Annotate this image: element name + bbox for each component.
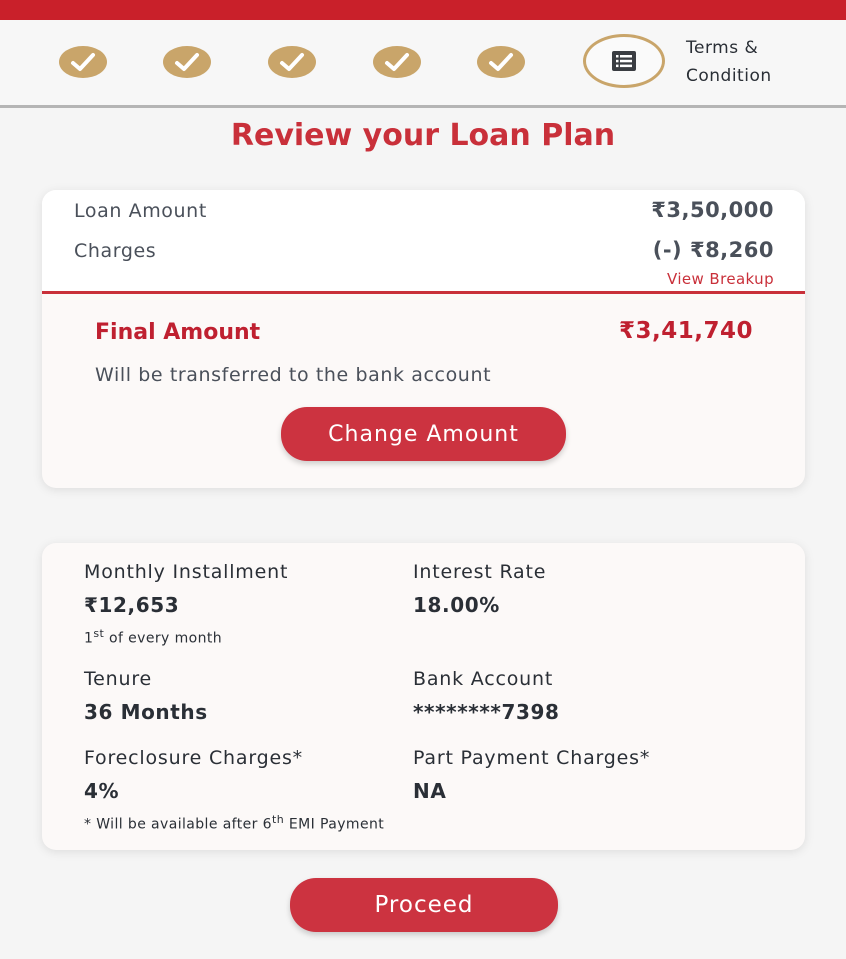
current-step-label: Terms & Condition <box>686 38 772 86</box>
progress-stepper: Terms & Condition <box>0 20 846 108</box>
page-title: Review your Loan Plan <box>230 118 616 153</box>
loan-summary-top: Loan Amount ₹3,50,000 Charges (-) ₹8,260… <box>42 190 805 294</box>
final-amount-value: ₹3,41,740 <box>619 318 753 344</box>
final-amount-note: Will be transferred to the bank account <box>95 364 492 386</box>
loan-summary-card: Loan Amount ₹3,50,000 Charges (-) ₹8,260… <box>42 190 805 488</box>
step-3-complete <box>268 46 316 78</box>
step-2-complete <box>163 46 211 78</box>
tenure-value: 36 Months <box>84 700 208 724</box>
check-icon <box>489 53 513 71</box>
bank-account-value: ********7398 <box>413 700 560 724</box>
final-amount-label: Final Amount <box>95 320 261 345</box>
part-payment-charges-label: Part Payment Charges* <box>413 747 651 769</box>
installment-due-rest: of every month <box>104 630 223 647</box>
check-icon <box>71 53 95 71</box>
part-payment-charges-value: NA <box>413 779 447 803</box>
foreclosure-charges-value: 4% <box>84 779 120 803</box>
check-icon <box>175 53 199 71</box>
footnote-suffix: th <box>271 813 285 826</box>
proceed-button[interactable]: Proceed <box>290 878 558 932</box>
change-amount-button[interactable]: Change Amount <box>281 407 566 461</box>
charges-label: Charges <box>74 240 157 262</box>
installment-due-note: 1st of every month <box>84 627 222 647</box>
step-5-complete <box>477 46 525 78</box>
monthly-installment-label: Monthly Installment <box>84 561 289 583</box>
list-icon <box>612 51 636 71</box>
step-6-current <box>583 34 665 88</box>
top-accent-bar <box>0 0 846 20</box>
loan-details-card: Monthly Installment ₹12,653 1st of every… <box>42 543 805 850</box>
step-1-complete <box>59 46 107 78</box>
footnote-prefix: * Will be available after 6 <box>84 816 272 833</box>
view-breakup-link[interactable]: View Breakup <box>667 270 774 288</box>
monthly-installment-value: ₹12,653 <box>84 593 180 617</box>
installment-due-suffix: st <box>93 627 105 640</box>
tenure-label: Tenure <box>84 668 153 690</box>
footnote-rest: EMI Payment <box>284 816 385 833</box>
loan-amount-label: Loan Amount <box>74 200 207 222</box>
loan-amount-value: ₹3,50,000 <box>651 198 774 222</box>
installment-due-day: 1 <box>84 630 94 647</box>
bank-account-label: Bank Account <box>413 668 554 690</box>
interest-rate-label: Interest Rate <box>413 561 547 583</box>
interest-rate-value: 18.00% <box>413 593 500 617</box>
check-icon <box>280 53 304 71</box>
availability-footnote: * Will be available after 6th EMI Paymen… <box>84 813 384 833</box>
check-icon <box>385 53 409 71</box>
step-4-complete <box>373 46 421 78</box>
foreclosure-charges-label: Foreclosure Charges* <box>84 747 303 769</box>
charges-value: (-) ₹8,260 <box>652 238 774 262</box>
